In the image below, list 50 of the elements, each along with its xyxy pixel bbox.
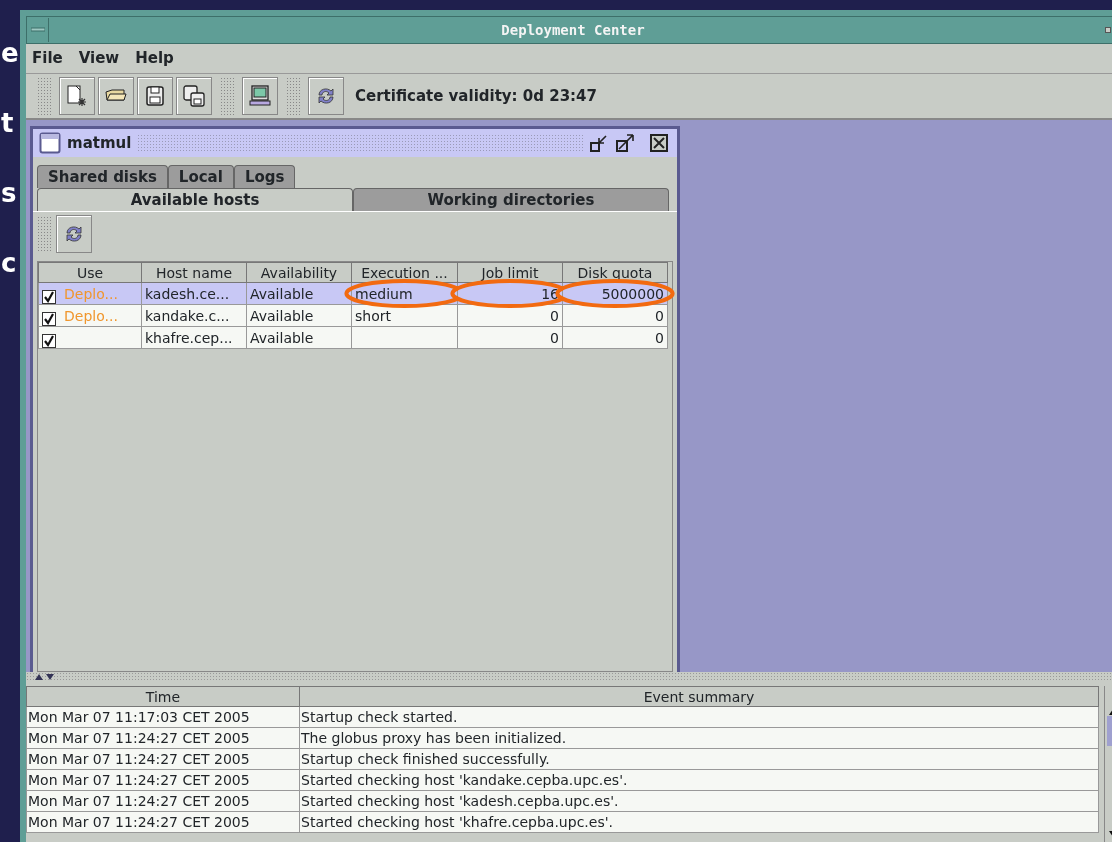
deploy-status-text: Deplo... bbox=[64, 307, 118, 324]
tab[interactable]: Shared disks bbox=[37, 165, 168, 188]
table-cell: Mon Mar 07 11:24:27 CET 2005 bbox=[26, 769, 300, 791]
slide-text: c bbox=[1, 250, 18, 276]
table-cell-text: khafre.cep... bbox=[145, 329, 233, 346]
slide-text: t bbox=[1, 110, 15, 136]
table-cell-text: short bbox=[355, 307, 391, 324]
table-cell-text: Available bbox=[250, 285, 314, 302]
table-cell: Mon Mar 07 11:24:27 CET 2005 bbox=[26, 748, 300, 770]
table-cell: Started checking host 'kadesh.cepba.upc.es'. bbox=[299, 790, 1099, 812]
menu-item[interactable]: File bbox=[32, 47, 63, 70]
table-cell-text: 5000000 bbox=[601, 285, 664, 302]
table-cell-text: 0 bbox=[550, 307, 559, 324]
column-header[interactable]: Use bbox=[38, 262, 142, 283]
column-header[interactable]: Disk quota bbox=[562, 262, 668, 283]
slide-text: e bbox=[1, 40, 20, 66]
table-cell-text: medium bbox=[355, 285, 413, 302]
table-cell-text: 0 bbox=[655, 307, 664, 324]
table-cell: Mon Mar 07 11:17:03 CET 2005 bbox=[26, 706, 300, 728]
table-cell-text: 0 bbox=[550, 329, 559, 346]
window-title: Deployment Center bbox=[500, 20, 646, 40]
table-cell-text: 0 bbox=[655, 329, 664, 346]
table-cell: Started checking host 'khafre.cepba.upc.es'. bbox=[299, 811, 1099, 833]
table-cell: Startup check started. bbox=[299, 706, 1099, 728]
column-header[interactable]: Availability bbox=[246, 262, 352, 283]
table-cell-text: kandake.c... bbox=[145, 307, 230, 324]
column-header[interactable]: Time bbox=[26, 686, 300, 707]
column-header[interactable]: Host name bbox=[141, 262, 247, 283]
tab[interactable]: Local bbox=[167, 165, 234, 188]
table-cell-text: Available bbox=[250, 329, 314, 346]
table-cell: Mon Mar 07 11:24:27 CET 2005 bbox=[26, 790, 300, 812]
internal-window-title: matmul bbox=[67, 132, 132, 154]
table-cell-text: Available bbox=[250, 307, 314, 324]
tab[interactable]: Working directories bbox=[353, 188, 669, 211]
table-cell: Mon Mar 07 11:24:27 CET 2005 bbox=[26, 811, 300, 833]
tab[interactable]: Logs bbox=[233, 165, 296, 188]
certificate-validity-text: Certificate validity: 0d 23:47 bbox=[355, 85, 597, 107]
table-cell: Mon Mar 07 11:24:27 CET 2005 bbox=[26, 727, 300, 749]
menu-item[interactable]: View bbox=[78, 47, 120, 70]
column-header[interactable]: Execution ... bbox=[351, 262, 458, 283]
menu-item[interactable]: Help bbox=[135, 47, 174, 70]
deploy-status-text: Deplo... bbox=[64, 285, 118, 302]
slide-text: s bbox=[1, 180, 18, 206]
table-cell-text: kadesh.ce... bbox=[145, 285, 230, 302]
tab[interactable]: Available hosts bbox=[37, 188, 353, 211]
table-cell: Started checking host 'kandake.cepba.upc.es'. bbox=[299, 769, 1099, 791]
column-header[interactable]: Event summary bbox=[299, 686, 1099, 707]
table-cell: Startup check finished successfully. bbox=[299, 748, 1099, 770]
column-header[interactable]: Job limit bbox=[457, 262, 563, 283]
table-cell: The globus proxy has been initialized. bbox=[299, 727, 1099, 749]
